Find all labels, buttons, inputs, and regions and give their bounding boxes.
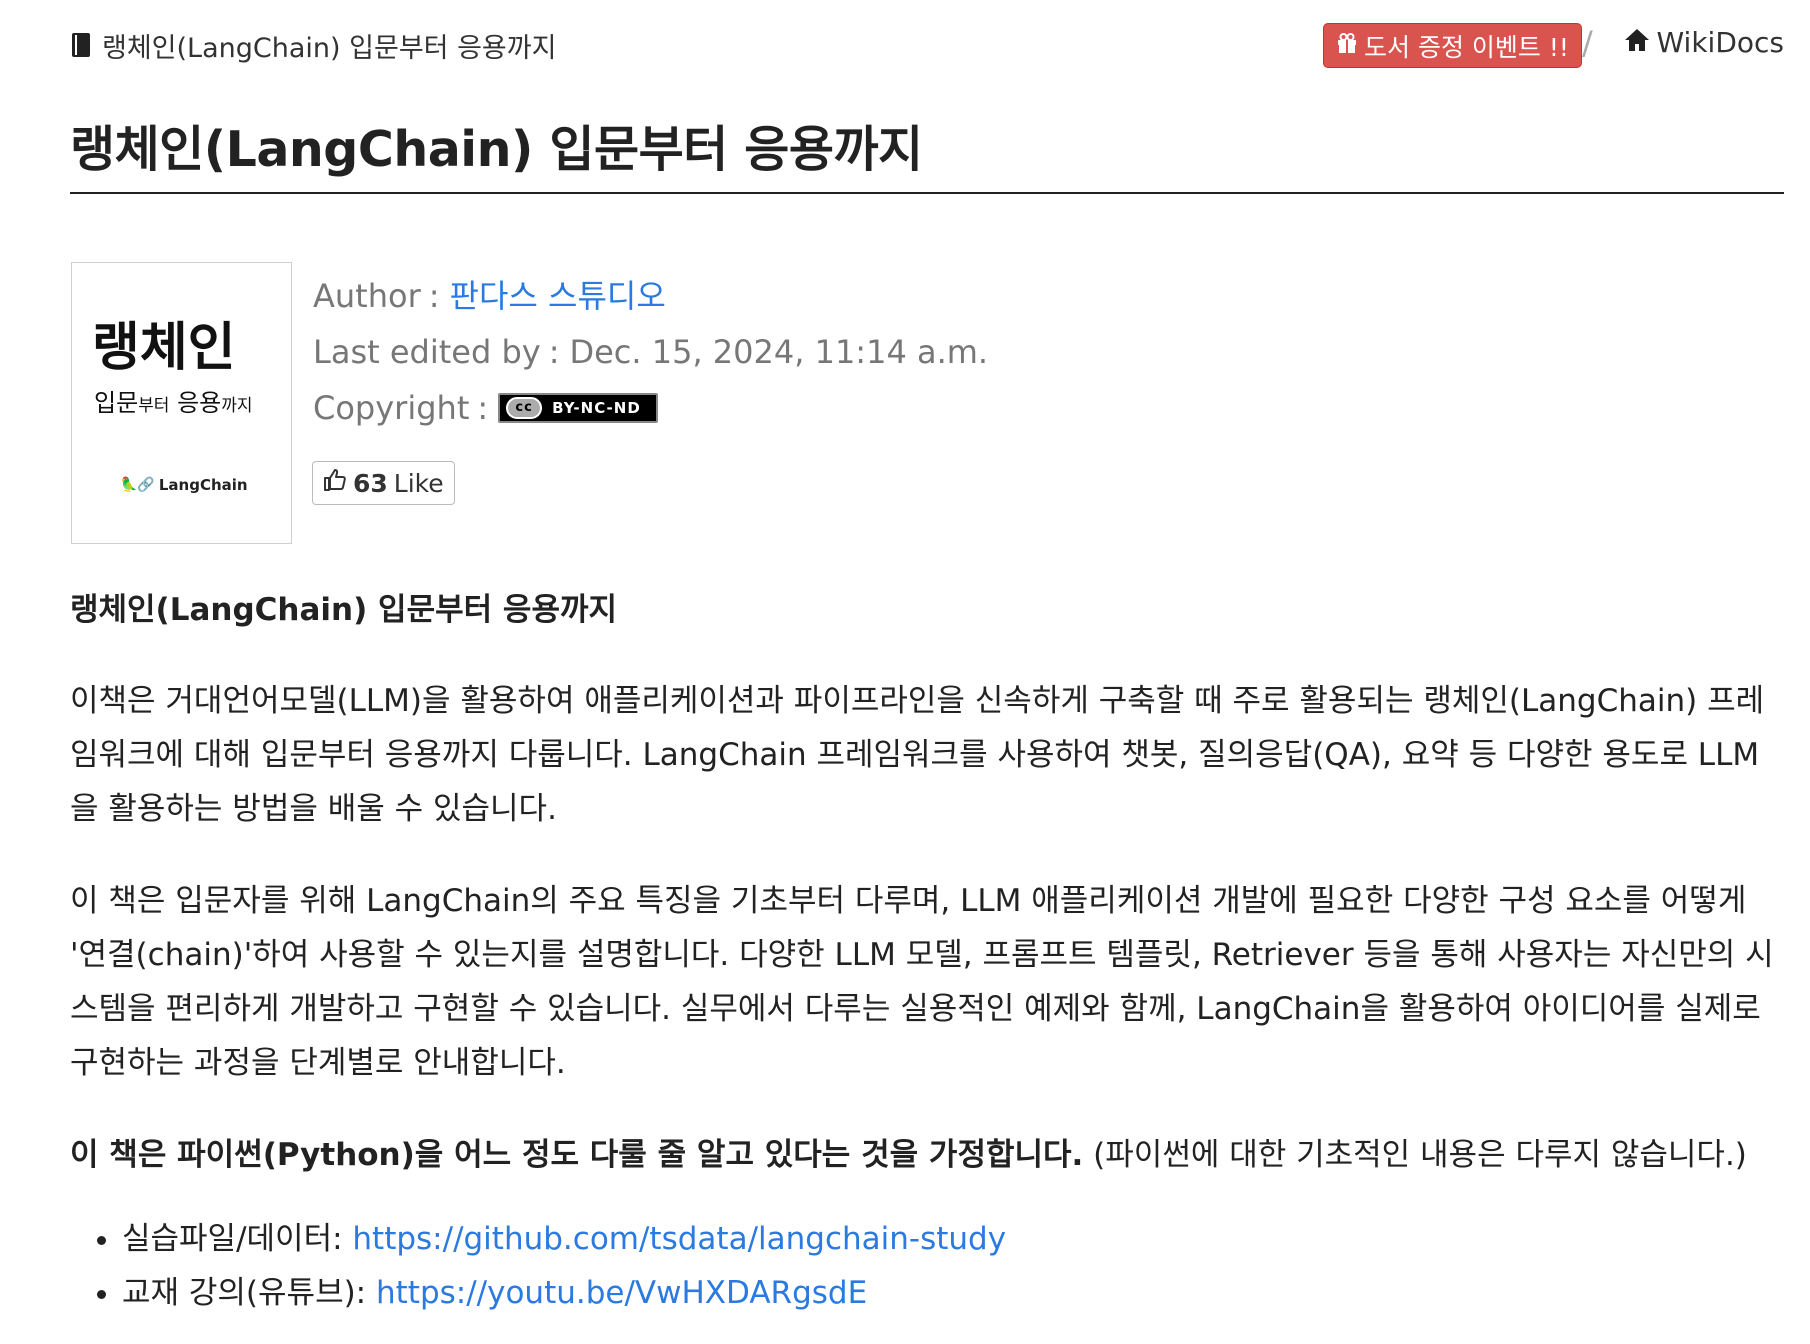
wikidocs-home-link[interactable]: WikiDocs [1624, 26, 1784, 59]
site-name: WikiDocs [1656, 26, 1784, 59]
cover-subtitle-part: 부터 [138, 396, 170, 416]
cover-title: 랭체인 [92, 318, 236, 378]
cover-subtitle: 입문부터 응용까지 [94, 383, 253, 418]
book-giveaway-event-button[interactable]: 도서 증정 이벤트 !! [1323, 23, 1582, 68]
list-item: 교재 강의(유튜브): https://youtu.be/VwHXDARgsdE [122, 1266, 1784, 1320]
like-count: 63 [353, 468, 388, 498]
book-meta: Author : 판다스 스튜디오 Last edited by : Dec. … [313, 268, 988, 436]
description-heading: 랭체인(LangChain) 입문부터 응용까지 [70, 592, 618, 628]
like-label: Like [393, 468, 444, 498]
license-text: BY-NC-ND [552, 399, 641, 417]
resource-label: 교재 강의(유튜브): [122, 1275, 376, 1311]
breadcrumb[interactable]: 랭체인(LangChain) 입문부터 응용까지 [70, 26, 556, 65]
last-edited-colon: : [548, 333, 560, 371]
python-prerequisite-aside: (파이썬에 대한 기초적인 내용은 다루지 않습니다.) [1083, 1137, 1747, 1173]
cover-subtitle-part: 입문 [94, 389, 139, 417]
event-button-label: 도서 증정 이벤트 !! [1364, 32, 1569, 62]
cc-icon: cc [506, 397, 543, 419]
book-description: 랭체인(LangChain) 입문부터 응용까지 이책은 거대언어모델(LLM)… [70, 590, 1784, 1320]
cover-subtitle-part: 응용 [169, 389, 222, 417]
author-label: Author [313, 277, 421, 315]
cc-license-badge[interactable]: cc BY-NC-ND [498, 393, 659, 423]
gift-icon [1336, 31, 1358, 60]
title-divider [70, 192, 1784, 194]
description-paragraph-3: 이 책은 파이썬(Python)을 어느 정도 다룰 줄 알고 있다는 것을 가… [70, 1128, 1784, 1182]
copyright-label: Copyright [313, 389, 470, 427]
breadcrumb-book-title[interactable]: 랭체인(LangChain) 입문부터 응용까지 [102, 26, 556, 65]
python-prerequisite-note: 이 책은 파이썬(Python)을 어느 정도 다룰 줄 알고 있다는 것을 가… [70, 1137, 1084, 1173]
last-edited-row: Last edited by : Dec. 15, 2024, 11:14 a.… [313, 324, 988, 380]
breadcrumb-separator: / [1582, 24, 1593, 62]
thumbs-up-icon [323, 468, 347, 498]
description-paragraph-2: 이 책은 입문자를 위해 LangChain의 주요 특징을 기초부터 다루며,… [70, 883, 1774, 1081]
top-navigation: 랭체인(LangChain) 입문부터 응용까지 도서 증정 이벤트 !! / … [70, 22, 1784, 72]
last-edited-label: Last edited by [313, 333, 541, 371]
resource-links-list: 실습파일/데이터: https://github.com/tsdata/lang… [70, 1212, 1784, 1320]
github-link[interactable]: https://github.com/tsdata/langchain-stud… [352, 1221, 1006, 1257]
youtube-link[interactable]: https://youtu.be/VwHXDARgsdE [376, 1275, 867, 1311]
page-title: 랭체인(LangChain) 입문부터 응용까지 [70, 121, 923, 178]
copyright-row: Copyright : cc BY-NC-ND [313, 380, 988, 436]
last-edited-value: Dec. 15, 2024, 11:14 a.m. [569, 333, 989, 371]
cover-subtitle-part: 까지 [221, 396, 253, 416]
book-icon [70, 32, 92, 59]
author-row: Author : 판다스 스튜디오 [313, 268, 988, 324]
langchain-logo-text: LangChain [158, 476, 248, 494]
langchain-logo: 🦜🔗 LangChain [120, 476, 248, 494]
author-colon: : [428, 277, 440, 315]
list-item: 실습파일/데이터: https://github.com/tsdata/lang… [122, 1212, 1784, 1266]
description-paragraph-1: 이책은 거대언어모델(LLM)을 활용하여 애플리케이션과 파이프라인을 신속하… [70, 683, 1765, 827]
copyright-colon: : [477, 389, 489, 427]
home-icon [1624, 26, 1650, 59]
author-link[interactable]: 판다스 스튜디오 [450, 274, 666, 318]
parrot-link-icon: 🦜🔗 [120, 477, 155, 493]
book-cover: 랭체인 입문부터 응용까지 🦜🔗 LangChain [71, 262, 292, 544]
like-button[interactable]: 63 Like [312, 461, 455, 505]
resource-label: 실습파일/데이터: [122, 1221, 353, 1257]
